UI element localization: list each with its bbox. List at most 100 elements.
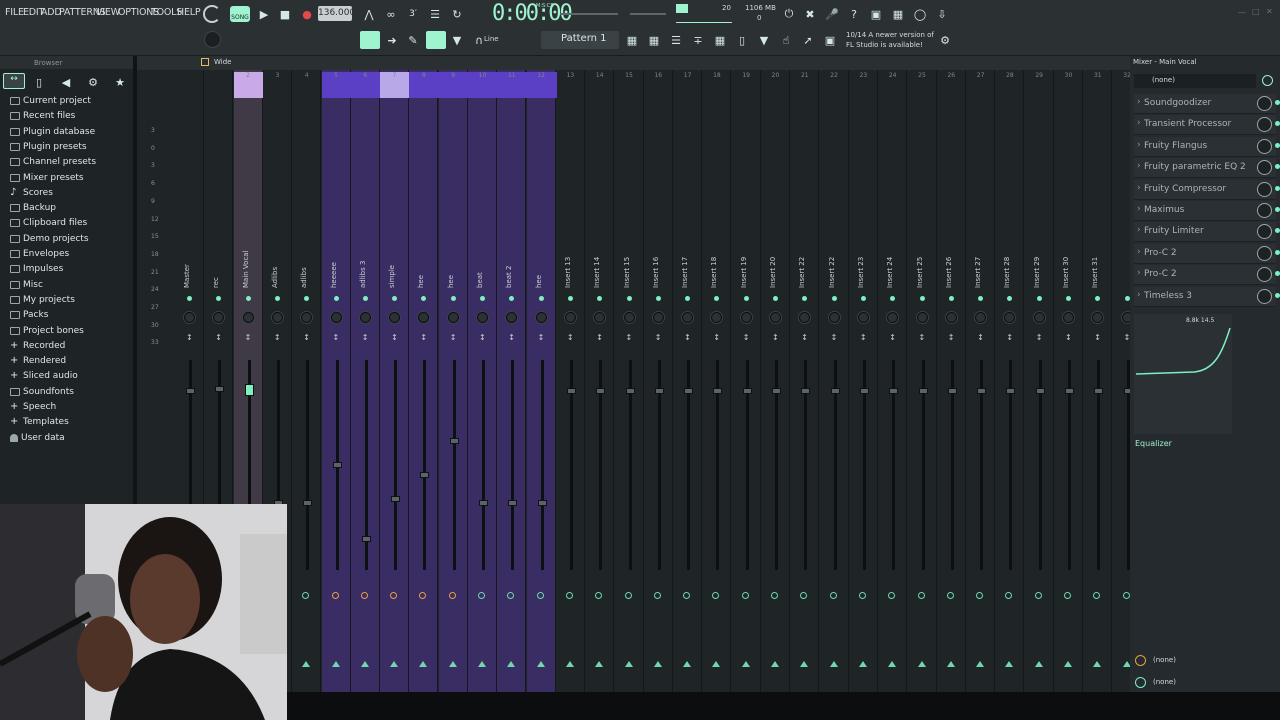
browser-item[interactable]: Current project (10, 96, 91, 106)
stereo-separation-icon[interactable]: ↕ (655, 333, 662, 342)
slot-enable-led[interactable] (1275, 292, 1280, 298)
track-active-led[interactable] (831, 296, 837, 301)
stereo-separation-icon[interactable]: ↕ (391, 333, 398, 342)
playlist-button[interactable] (360, 31, 380, 49)
effect-slot[interactable]: Maximus (1134, 201, 1280, 221)
send-arrow-icon[interactable] (565, 661, 574, 667)
route-to-selected-icon[interactable] (360, 592, 368, 599)
volume-fader[interactable] (684, 388, 694, 394)
volume-fader[interactable] (215, 386, 225, 392)
send-arrow-icon[interactable] (683, 661, 692, 667)
pan-knob[interactable] (477, 312, 488, 323)
stereo-separation-icon[interactable]: ↕ (977, 333, 984, 342)
slot-enable-led[interactable] (1275, 142, 1280, 148)
time-display[interactable]: 0:00:00 (492, 1, 573, 26)
arrow-right-icon[interactable]: ➜ (383, 31, 401, 49)
slot-enable-led[interactable] (1275, 185, 1280, 191)
track-active-led[interactable] (1066, 296, 1071, 301)
pan-knob[interactable] (1033, 312, 1045, 323)
track-active-led[interactable] (773, 296, 778, 301)
browser-item[interactable]: + Rendered (10, 356, 66, 367)
route-to-selected-icon[interactable] (536, 592, 544, 599)
send-arrow-icon[interactable] (653, 661, 662, 667)
browser-item[interactable]: Impulses (10, 264, 63, 274)
route-to-selected-icon[interactable] (829, 592, 837, 599)
volume-fader[interactable] (625, 388, 635, 394)
pan-knob[interactable] (184, 312, 195, 323)
shop-icon[interactable]: ▣ (821, 31, 839, 49)
link-icon[interactable]: ➚ (799, 31, 817, 49)
stereo-separation-icon[interactable]: ↕ (567, 333, 574, 342)
pan-knob[interactable] (271, 312, 283, 323)
volume-fader[interactable] (361, 536, 371, 542)
browser-item[interactable]: User data (10, 433, 65, 443)
volume-fader[interactable] (859, 388, 869, 394)
mix-level-knob[interactable] (1257, 267, 1272, 283)
send-arrow-icon[interactable] (712, 661, 721, 667)
track-active-led[interactable] (567, 296, 573, 301)
track-active-led[interactable] (626, 296, 632, 301)
stereo-separation-icon[interactable]: ↕ (450, 333, 457, 342)
channel-icon[interactable]: ▦ (711, 31, 729, 49)
pan-knob[interactable] (740, 312, 752, 323)
volume-fader[interactable] (244, 384, 254, 396)
volume-fader[interactable] (713, 388, 723, 394)
route-to-selected-icon[interactable] (917, 592, 925, 599)
send-arrow-icon[interactable] (595, 661, 604, 667)
send-arrow-icon[interactable] (1064, 661, 1072, 667)
volume-fader[interactable] (391, 496, 401, 502)
mix-level-knob[interactable] (1257, 245, 1272, 261)
browser-item[interactable]: Project bones (10, 326, 84, 336)
plugin-icon[interactable]: ▦ (889, 5, 907, 23)
track-active-led[interactable] (538, 296, 544, 301)
send-arrow-icon[interactable] (946, 661, 955, 667)
news-text-line1[interactable]: 10/14 A newer version of (846, 31, 934, 39)
stereo-separation-icon[interactable]: ↕ (1065, 333, 1072, 342)
track-active-led[interactable] (333, 296, 339, 301)
volume-fader[interactable] (1065, 388, 1074, 394)
track-active-led[interactable] (860, 296, 866, 301)
stereo-separation-icon[interactable]: ↕ (919, 333, 926, 342)
mix-level-knob[interactable] (1257, 181, 1272, 197)
send-arrow-icon[interactable] (888, 661, 897, 667)
stereo-separation-icon[interactable]: ↕ (684, 333, 691, 342)
power-icon[interactable]: ⏻ (780, 5, 798, 23)
route-to-selected-icon[interactable] (478, 592, 485, 599)
plugin-picker-icon[interactable]: ▼ (755, 31, 773, 49)
mix-level-knob[interactable] (1257, 203, 1272, 218)
pan-knob[interactable] (770, 312, 781, 323)
stereo-separation-icon[interactable]: ↕ (1094, 333, 1101, 342)
volume-fader[interactable] (449, 438, 459, 444)
route-to-selected-icon[interactable] (565, 592, 573, 599)
menu-view[interactable]: VIEW (96, 7, 120, 18)
volume-fader[interactable] (654, 388, 664, 394)
effect-slot[interactable]: Transient Processor (1134, 115, 1280, 136)
step-edit-icon[interactable]: ☰ (426, 5, 444, 23)
pan-knob[interactable] (857, 312, 869, 323)
slot-enable-led[interactable] (1275, 100, 1280, 105)
maximize-icon[interactable]: □ (1252, 7, 1260, 16)
stereo-separation-icon[interactable]: ↕ (245, 333, 252, 342)
slot-enable-led[interactable] (1275, 207, 1280, 212)
pan-knob[interactable] (1063, 312, 1074, 323)
route-to-selected-icon[interactable] (653, 592, 661, 599)
mix-level-knob[interactable] (1257, 224, 1272, 240)
volume-fader[interactable] (947, 388, 957, 394)
browser-item[interactable]: Plugin database (10, 127, 95, 137)
browser-star-icon[interactable]: ★ (111, 73, 129, 91)
pan-knob[interactable] (359, 312, 371, 323)
cut-icon[interactable]: ✖ (801, 5, 819, 23)
volume-fader[interactable] (420, 472, 430, 478)
pan-knob[interactable] (564, 312, 576, 323)
browser-item[interactable]: Misc (10, 280, 43, 290)
mixer-view-icon[interactable] (201, 58, 209, 66)
browser-item[interactable]: Envelopes (10, 249, 69, 259)
browser-item[interactable]: + Templates (10, 417, 69, 428)
volume-fader[interactable] (918, 388, 928, 394)
volume-fader[interactable] (830, 388, 840, 394)
effect-slot[interactable]: Pro-C 2 (1134, 265, 1280, 286)
send-arrow-icon[interactable] (302, 661, 311, 667)
draw-tool-icon[interactable]: ✎ (404, 31, 422, 49)
volume-fader[interactable] (479, 500, 488, 506)
browser-item[interactable]: Plugin presets (10, 142, 87, 152)
